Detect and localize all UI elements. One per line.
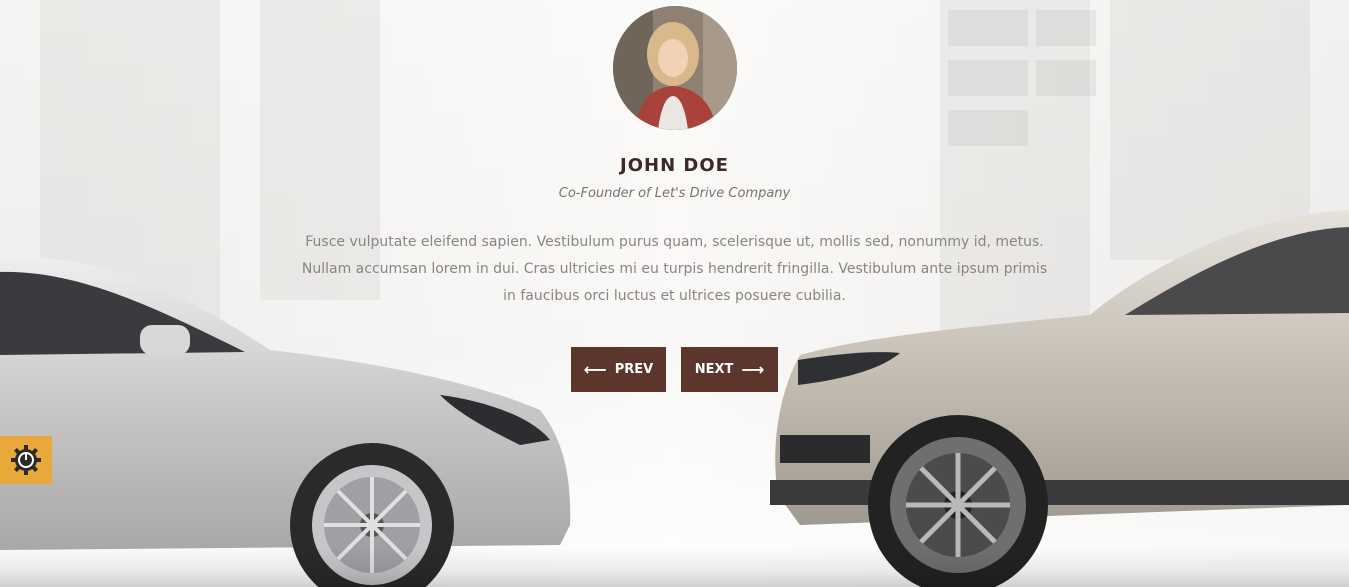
prev-button[interactable]: ⟵ PREV	[571, 347, 666, 392]
ground-shadow	[0, 547, 1349, 587]
prev-button-label: PREV	[614, 362, 654, 377]
background-window	[1036, 10, 1096, 46]
background-window	[948, 60, 1028, 96]
gear-power-icon	[11, 445, 41, 475]
next-button[interactable]: NEXT ⟶	[681, 347, 778, 392]
arrow-left-icon: ⟵	[583, 359, 607, 379]
next-button-label: NEXT	[694, 362, 734, 377]
arrow-right-icon: ⟶	[741, 359, 765, 379]
background-window	[1036, 60, 1096, 96]
background-window	[948, 110, 1028, 146]
settings-toggle-button[interactable]	[0, 436, 52, 484]
testimonial-role: Co-Founder of Let's Drive Company	[558, 186, 791, 201]
testimonial-quote: Fusce vulputate eleifend sapien. Vestibu…	[301, 234, 1048, 304]
testimonial-name: JOHN DOE	[620, 155, 729, 176]
testimonial-avatar	[613, 6, 737, 130]
person-photo-icon	[613, 6, 737, 130]
background-window	[948, 10, 1028, 46]
